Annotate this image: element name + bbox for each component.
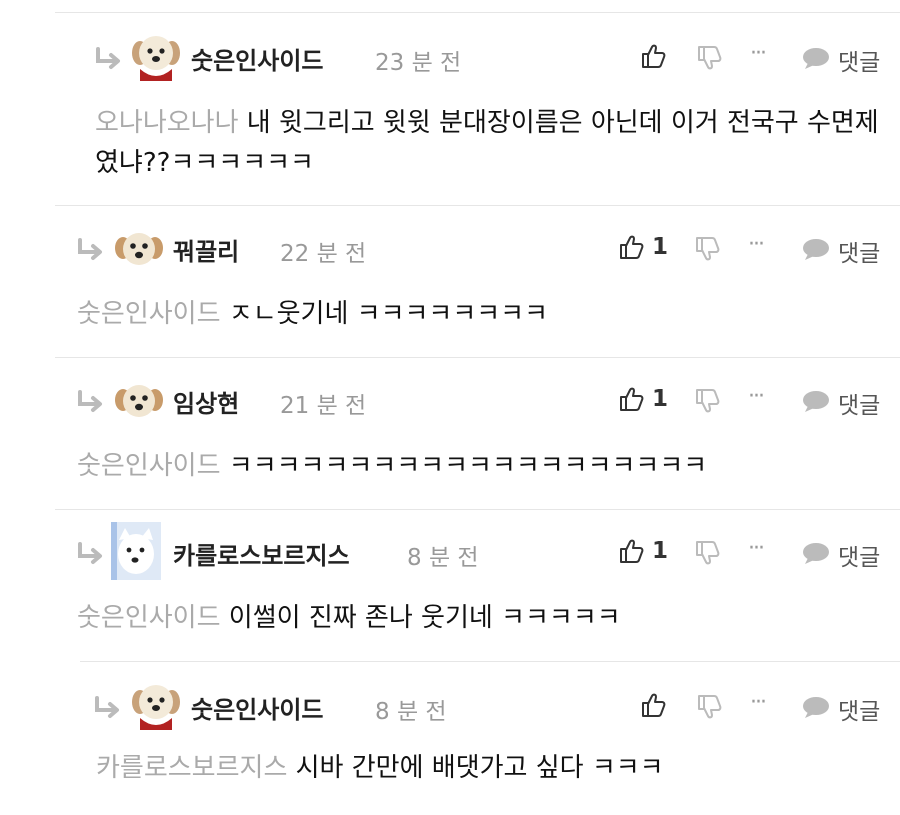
comment-text: ㅋㅋㅋㅋㅋㅋㅋㅋㅋㅋㅋㅋㅋㅋㅋㅋㅋㅋㅋㅋ bbox=[228, 451, 708, 481]
mention[interactable]: 오나나오나나 bbox=[95, 108, 239, 138]
comment-item: 임상현 21 분 전 1 ··· 댓글 숫은인사이드 ㅋㅋㅋㅋㅋㅋㅋㅋㅋㅋㅋㅋㅋ… bbox=[55, 357, 900, 508]
comment-item: 꿔끌리 22 분 전 1 ··· 댓글 숫은인사이드 ㅈㄴ웃기네 ㅋㅋㅋㅋㅋㅋㅋ… bbox=[55, 205, 900, 356]
thumbs-up-icon bbox=[618, 234, 644, 260]
reply-label: 댓글 bbox=[838, 393, 881, 419]
like-count: 1 bbox=[652, 538, 669, 564]
comment-actions: ··· 댓글 bbox=[640, 37, 880, 77]
reply-arrow-icon bbox=[75, 238, 105, 262]
thumbs-down-icon bbox=[694, 540, 720, 566]
avatar[interactable] bbox=[113, 228, 165, 270]
comment-actions: ··· 댓글 bbox=[640, 686, 880, 726]
comment-time: 21 분 전 bbox=[280, 393, 367, 419]
reply-arrow-icon bbox=[75, 542, 105, 566]
thumbs-up-icon bbox=[640, 692, 666, 718]
mention[interactable]: 숫은인사이드 bbox=[77, 299, 221, 329]
comment-time: 8 분 전 bbox=[375, 699, 447, 725]
comment-time: 22 분 전 bbox=[280, 241, 367, 267]
speech-bubble-icon bbox=[802, 542, 830, 564]
comment-body: 카를로스보르지스 시바 간만에 배댓가고 싶다 ㅋㅋㅋ bbox=[96, 748, 880, 788]
comment-header: 임상현 21 분 전 1 ··· 댓글 bbox=[55, 368, 900, 428]
speech-bubble-icon bbox=[802, 390, 830, 412]
thumbs-up-icon bbox=[618, 538, 644, 564]
more-button[interactable]: ··· bbox=[750, 690, 767, 730]
mention[interactable]: 숫은인사이드 bbox=[77, 451, 221, 481]
comment-body: 숫은인사이드 ㅈㄴ웃기네 ㅋㅋㅋㅋㅋㅋㅋㅋ bbox=[77, 294, 880, 334]
thumbs-up-icon bbox=[618, 386, 644, 412]
author-name[interactable]: 숫은인사이드 bbox=[191, 690, 323, 725]
like-button[interactable] bbox=[640, 686, 700, 726]
reply-label: 댓글 bbox=[838, 241, 881, 267]
reply-arrow-icon bbox=[92, 696, 122, 720]
author-name[interactable]: 꿔끌리 bbox=[173, 232, 239, 267]
comment-actions: 1 ··· 댓글 bbox=[618, 380, 880, 420]
comment-time: 8 분 전 bbox=[407, 545, 479, 571]
more-button[interactable]: ··· bbox=[748, 536, 765, 576]
thumbs-down-icon bbox=[694, 388, 720, 414]
comment-time: 23 분 전 bbox=[375, 50, 462, 76]
more-button[interactable]: ··· bbox=[750, 41, 767, 81]
comment-body: 오나나오나나 내 윗그리고 윗윗 분대장이름은 아닌데 이거 전국구 수면제였냐… bbox=[95, 103, 880, 183]
reply-label: 댓글 bbox=[838, 545, 881, 571]
comment-text: 이썰이 진짜 존나 웃기네 ㅋㅋㅋㅋㅋ bbox=[228, 603, 621, 633]
comment-item: 숫은인사이드 23 분 전 ··· 댓글 오나나오나나 내 윗그리고 윗윗 분대… bbox=[55, 12, 900, 203]
author-name[interactable]: 숫은인사이드 bbox=[191, 41, 323, 76]
avatar[interactable] bbox=[130, 29, 182, 81]
reply-label: 댓글 bbox=[838, 699, 881, 725]
like-button[interactable] bbox=[640, 37, 700, 77]
comment-header: 꿔끌리 22 분 전 1 ··· 댓글 bbox=[55, 216, 900, 276]
comment-text: 시바 간만에 배댓가고 싶다 ㅋㅋㅋ bbox=[295, 753, 664, 783]
avatar[interactable] bbox=[111, 522, 161, 580]
comment-actions: 1 ··· 댓글 bbox=[618, 532, 880, 572]
thumbs-down-icon bbox=[696, 45, 722, 71]
more-button[interactable]: ··· bbox=[748, 384, 765, 424]
speech-bubble-icon bbox=[802, 47, 830, 69]
mention[interactable]: 카를로스보르지스 bbox=[96, 753, 287, 783]
comment-item: 카를로스보르지스 8 분 전 1 ··· 댓글 숫은인사이드 이썰이 진짜 존나… bbox=[55, 509, 900, 660]
like-button[interactable]: 1 bbox=[618, 380, 678, 420]
more-button[interactable]: ··· bbox=[748, 232, 765, 272]
comment-header: 숫은인사이드 8 분 전 ··· 댓글 bbox=[80, 674, 900, 734]
thumbs-up-icon bbox=[640, 43, 666, 69]
author-name[interactable]: 카를로스보르지스 bbox=[173, 536, 350, 571]
like-count: 1 bbox=[652, 386, 669, 412]
speech-bubble-icon bbox=[802, 696, 830, 718]
reply-arrow-icon bbox=[93, 47, 123, 71]
reply-arrow-icon bbox=[75, 390, 105, 414]
like-count: 1 bbox=[652, 234, 669, 260]
like-button[interactable]: 1 bbox=[618, 228, 678, 268]
thumbs-down-icon bbox=[696, 694, 722, 720]
speech-bubble-icon bbox=[802, 238, 830, 260]
comment-body: 숫은인사이드 ㅋㅋㅋㅋㅋㅋㅋㅋㅋㅋㅋㅋㅋㅋㅋㅋㅋㅋㅋㅋ bbox=[77, 446, 880, 486]
comment-body: 숫은인사이드 이썰이 진짜 존나 웃기네 ㅋㅋㅋㅋㅋ bbox=[77, 598, 880, 638]
comment-item: 숫은인사이드 8 분 전 ··· 댓글 카를로스보르지스 시바 간만에 배댓가고… bbox=[80, 661, 900, 815]
avatar[interactable] bbox=[113, 380, 165, 422]
avatar[interactable] bbox=[130, 678, 182, 730]
comment-header: 카를로스보르지스 8 분 전 1 ··· 댓글 bbox=[55, 520, 900, 580]
reply-label: 댓글 bbox=[838, 50, 881, 76]
comment-actions: 1 ··· 댓글 bbox=[618, 228, 880, 268]
thumbs-down-icon bbox=[694, 236, 720, 262]
author-name[interactable]: 임상현 bbox=[173, 384, 239, 419]
comment-header: 숫은인사이드 23 분 전 ··· 댓글 bbox=[55, 25, 900, 85]
comment-text: ㅈㄴ웃기네 ㅋㅋㅋㅋㅋㅋㅋㅋ bbox=[228, 299, 549, 329]
like-button[interactable]: 1 bbox=[618, 532, 678, 572]
mention[interactable]: 숫은인사이드 bbox=[77, 603, 221, 633]
